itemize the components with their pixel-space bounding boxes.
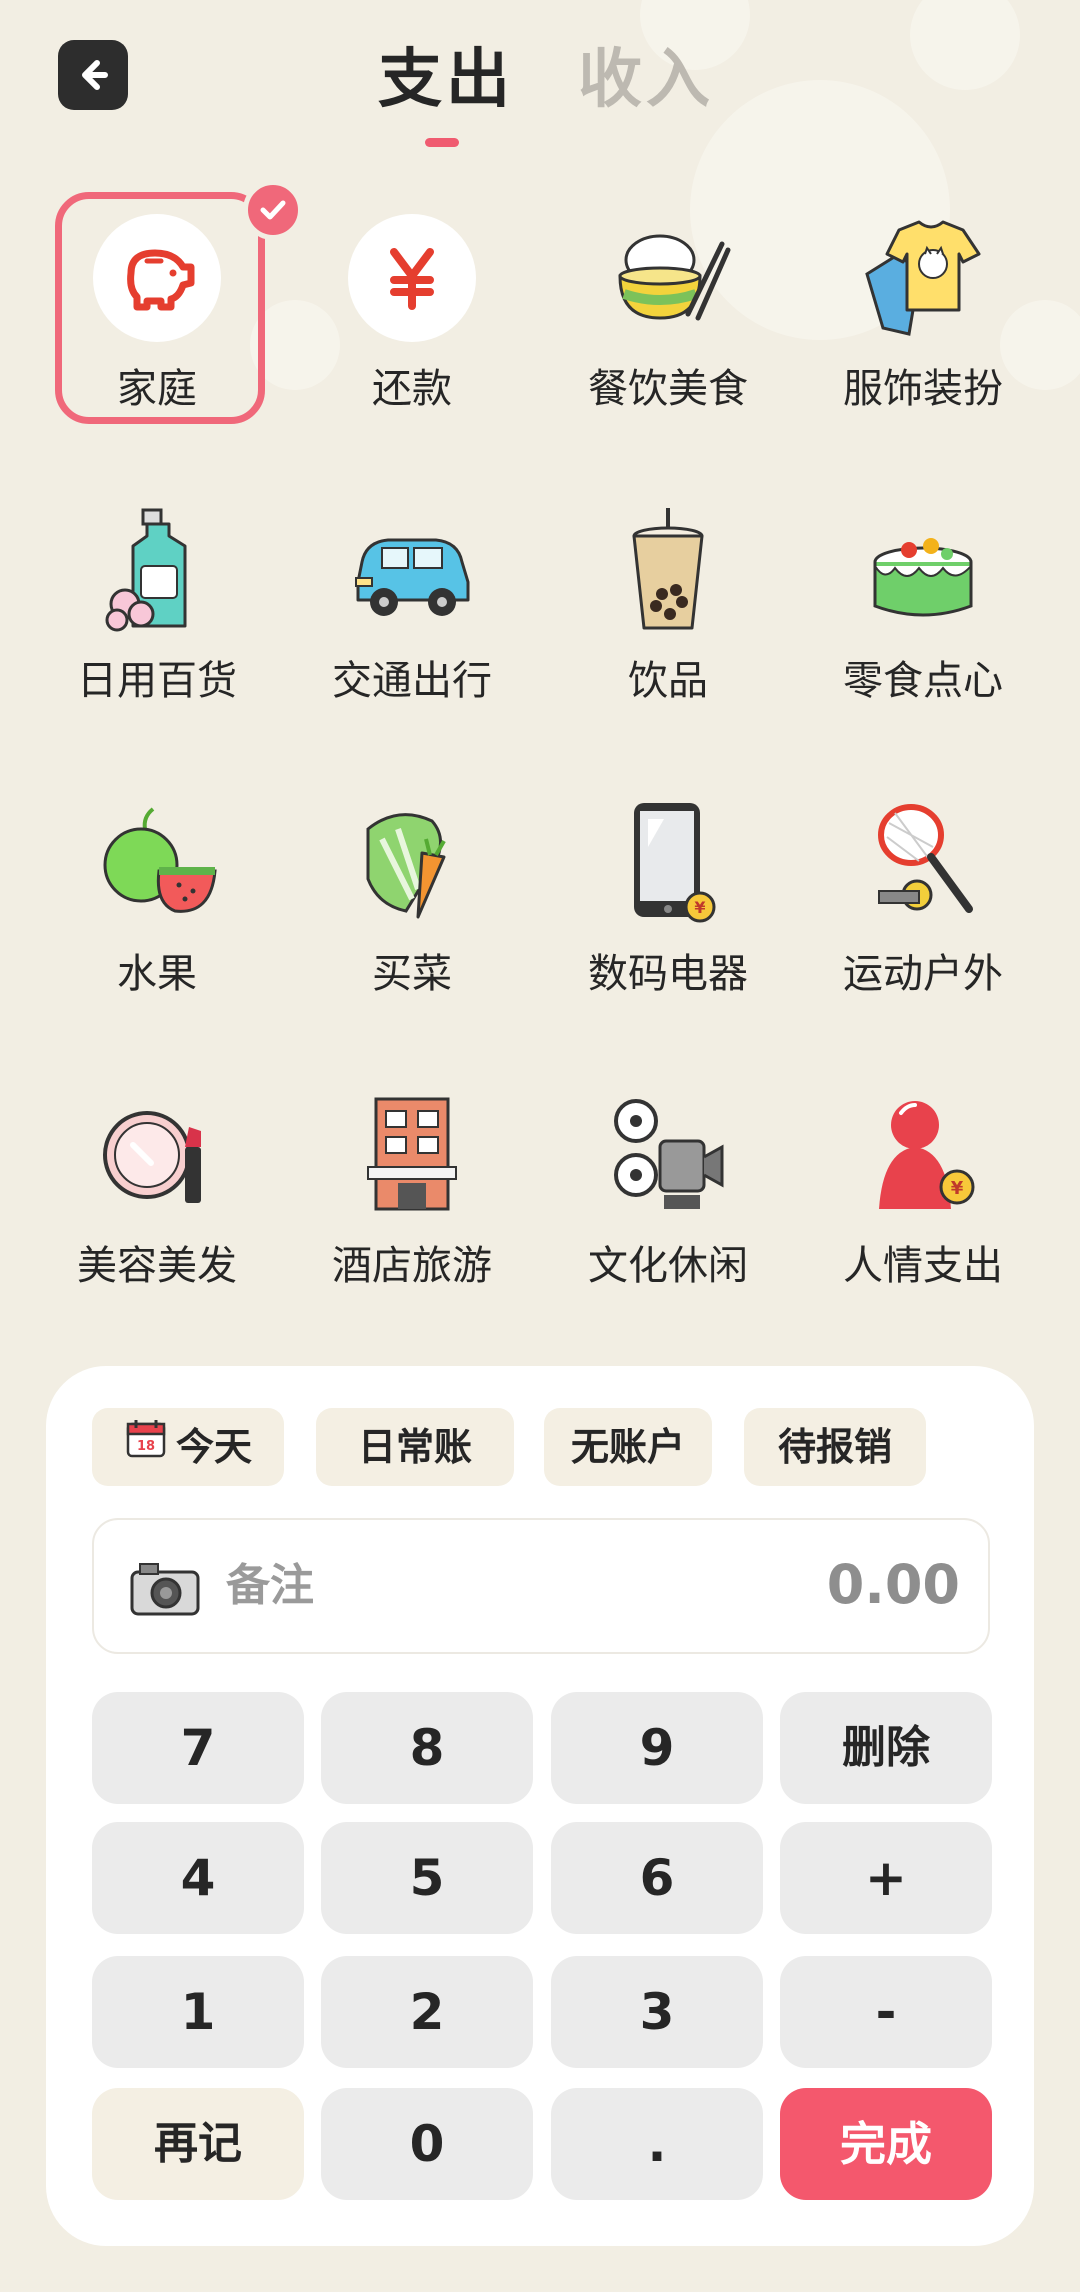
cake-icon [859,506,987,634]
category-fruit[interactable]: 水果 [57,765,257,1005]
vegetables-icon [348,799,476,927]
tab-expense[interactable]: 支出 [378,40,514,120]
camera-icon[interactable] [128,1558,202,1622]
key-2[interactable]: 2 [321,1956,533,2068]
svg-text:¥: ¥ [951,1178,964,1199]
key-3[interactable]: 3 [551,1956,763,2068]
category-label: 文化休闲 [588,1243,748,1289]
category-snacks[interactable]: 零食点心 [823,472,1023,712]
minus-button[interactable]: - [780,1956,992,2068]
bubble-tea-icon [604,506,732,634]
category-label: 家庭 [117,366,197,412]
film-projector-icon [604,1091,732,1219]
key-8[interactable]: 8 [321,1692,533,1804]
category-repayment[interactable]: 还款 [312,180,512,420]
category-dining[interactable]: 餐饮美食 [568,180,768,420]
key-5[interactable]: 5 [321,1822,533,1934]
category-label: 买菜 [372,951,452,997]
amount-display: 0.00 [826,1553,960,1616]
category-label: 酒店旅游 [332,1243,492,1289]
key-9[interactable]: 9 [551,1692,763,1804]
key-1[interactable]: 1 [92,1956,304,2068]
tshirt-icon [859,214,987,342]
note-input[interactable]: 备注 0.00 [92,1518,990,1654]
category-family[interactable]: 家庭 [55,180,303,424]
piggy-bank-icon [93,214,221,342]
category-transport[interactable]: 交通出行 [312,472,512,712]
category-label: 日用百货 [77,658,237,704]
category-label: 餐饮美食 [588,366,748,412]
svg-text:18: 18 [137,1439,155,1454]
lotion-bottle-icon [93,506,221,634]
category-clothing[interactable]: 服饰装扮 [823,180,1023,420]
category-beauty[interactable]: 美容美发 [57,1057,257,1297]
category-drinks[interactable]: 饮品 [568,472,768,712]
category-label: 服饰装扮 [843,366,1003,412]
category-label: 运动户外 [843,951,1003,997]
category-culture-leisure[interactable]: 文化休闲 [568,1057,768,1297]
category-hotel-travel[interactable]: 酒店旅游 [312,1057,512,1297]
key-7[interactable]: 7 [92,1692,304,1804]
category-label: 零食点心 [843,658,1003,704]
category-label: 数码电器 [588,951,748,997]
date-chip-label: 今天 [175,1425,252,1469]
category-daily-goods[interactable]: 日用百货 [57,472,257,712]
makeup-icon [93,1091,221,1219]
category-groceries[interactable]: 买菜 [312,765,512,1005]
ledger-chip[interactable]: 日常账 [316,1408,514,1486]
category-sports[interactable]: 运动户外 [823,765,1023,1005]
tennis-racket-icon [859,799,987,927]
check-icon [243,180,303,240]
category-label: 交通出行 [332,658,492,704]
record-again-button[interactable]: 再记 [92,2088,304,2200]
reimbursement-chip[interactable]: 待报销 [744,1408,926,1486]
account-chip[interactable]: 无账户 [544,1408,712,1486]
key-0[interactable]: 0 [321,2088,533,2200]
tab-income[interactable]: 收入 [578,40,714,120]
calendar-icon: 18 [124,1408,168,1486]
delete-button[interactable]: 删除 [780,1692,992,1804]
type-tabs: 支出 收入 [0,40,1080,150]
category-label: 美容美发 [77,1243,237,1289]
phone-icon: ¥ [604,799,732,927]
category-label: 水果 [117,951,197,997]
note-placeholder: 备注 [226,1560,314,1611]
category-electronics[interactable]: ¥ 数码电器 [568,765,768,1005]
car-icon [348,506,476,634]
category-label: 人情支出 [843,1243,1003,1289]
rice-bowl-icon [604,214,732,342]
done-button[interactable]: 完成 [780,2088,992,2200]
svg-text:¥: ¥ [694,898,705,917]
category-label: 还款 [372,366,452,412]
plus-button[interactable]: + [780,1822,992,1934]
tab-indicator [425,138,459,147]
yuan-icon [348,214,476,342]
category-gifts-social[interactable]: ¥ 人情支出 [823,1057,1023,1297]
key-6[interactable]: 6 [551,1822,763,1934]
key-4[interactable]: 4 [92,1822,304,1934]
category-label: 饮品 [628,658,708,704]
fruit-icon [93,799,221,927]
gift-person-icon: ¥ [859,1091,987,1219]
date-chip[interactable]: 18 今天 [92,1408,284,1486]
decimal-point-button[interactable]: . [551,2088,763,2200]
entry-panel: 18 今天 日常账 无账户 待报销 备注 0.00 7 8 9 删除 4 5 6… [46,1366,1034,2246]
hotel-icon [348,1091,476,1219]
